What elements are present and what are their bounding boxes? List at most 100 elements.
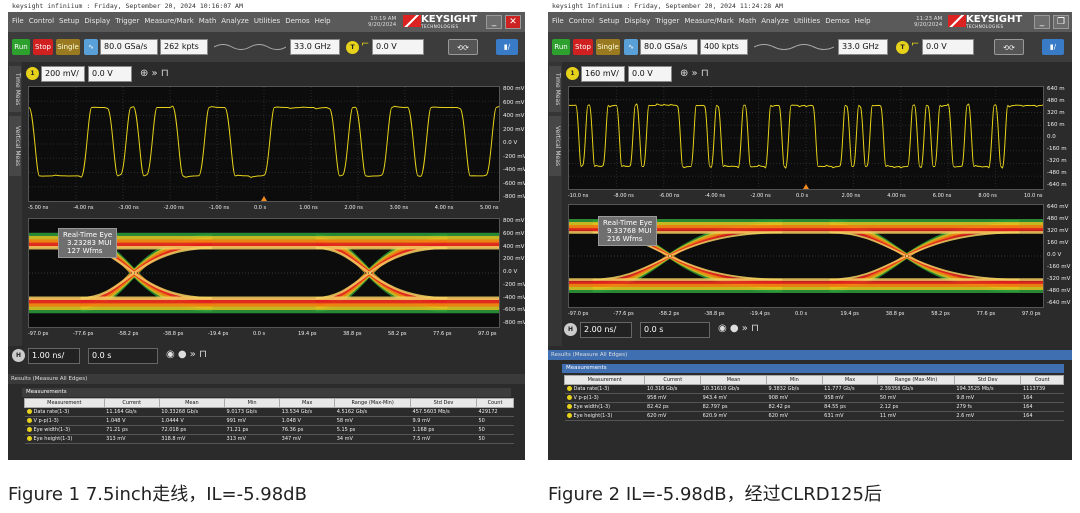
horizontal-icon[interactable]: H	[12, 349, 25, 362]
vertical-scale-field[interactable]: 160 mV/	[581, 66, 625, 82]
menu-item-analyze[interactable]: Analyze	[221, 17, 249, 25]
auto-scale-icon[interactable]: ⟲⟳	[448, 39, 478, 55]
points-field[interactable]: 400 kpts	[700, 39, 748, 55]
menu-item-control[interactable]: Control	[569, 17, 594, 25]
single-button[interactable]: Single	[56, 39, 80, 55]
table-row[interactable]: V p-p(1-3) 958 mV 943.4 mV 908 mV 958 mV 50 m…	[564, 393, 1064, 403]
column-header[interactable]: Mean	[158, 398, 226, 408]
stop-button[interactable]: Stop	[33, 39, 53, 55]
fft-icon[interactable]: ▮∕	[496, 39, 518, 55]
waveform-grid[interactable]	[568, 86, 1044, 190]
trigger-source-icon[interactable]: T	[346, 41, 359, 54]
points-field[interactable]: 262 kpts	[160, 39, 208, 55]
timebase-menu-icon[interactable]: ◉ ● » ⊓	[718, 323, 759, 334]
tab-time-meas[interactable]: Time Meas	[549, 66, 561, 112]
column-header[interactable]: Range (Max-Min)	[877, 375, 955, 385]
channel-menu-icon[interactable]: ⊕ » ⊓	[140, 68, 169, 79]
minimize-button[interactable]: _	[486, 15, 502, 29]
menu-item-file[interactable]: File	[12, 17, 24, 25]
menu-item-measure-mark[interactable]: Measure/Mark	[684, 17, 733, 25]
results-title: Results (Measure All Edges)	[8, 374, 525, 384]
vertical-offset-field[interactable]: 0.0 V	[628, 66, 672, 82]
measurement-name: V p-p(1-3)	[564, 393, 645, 403]
trigger-level-field[interactable]: 0.0 V	[922, 39, 974, 55]
sample-rate-field[interactable]: 80.0 GSa/s	[640, 39, 698, 55]
column-header[interactable]: Measurement	[24, 398, 105, 408]
trigger-source-icon[interactable]: T	[896, 41, 909, 54]
tab-time-meas[interactable]: Time Meas	[9, 66, 21, 112]
table-row[interactable]: Eye width(1-3) 71.21 ps 72.018 ps 71.21 ps 7…	[24, 425, 514, 435]
bandwidth-field[interactable]: 33.0 GHz	[290, 39, 340, 55]
acquisition-icon[interactable]: ∿	[624, 39, 638, 55]
menu-item-control[interactable]: Control	[29, 17, 54, 25]
table-row[interactable]: Data rate(1-3) 10.316 Gb/s 10.31610 Gb/s 9.…	[564, 384, 1064, 394]
menu-item-utilities[interactable]: Utilities	[254, 17, 280, 25]
run-button[interactable]: Run	[552, 39, 570, 55]
column-header[interactable]: Std Dev	[410, 398, 477, 408]
stop-button[interactable]: Stop	[573, 39, 593, 55]
timebase-scale-field[interactable]: 2.00 ns/	[580, 322, 632, 338]
timebase-delay-field[interactable]: 0.0 s	[88, 348, 158, 364]
menu-item-utilities[interactable]: Utilities	[794, 17, 820, 25]
column-header[interactable]: Current	[103, 398, 160, 408]
menu-item-math[interactable]: Math	[739, 17, 757, 25]
bandwidth-field[interactable]: 33.0 GHz	[838, 39, 888, 55]
column-header[interactable]: Measurement	[563, 375, 646, 385]
table-row[interactable]: Eye height(1-3) 313 mV 318.8 mV 313 mV 347 m…	[24, 434, 514, 444]
fft-icon[interactable]: ▮∕	[1042, 39, 1064, 55]
menu-item-setup[interactable]: Setup	[599, 17, 619, 25]
menu-item-help[interactable]: Help	[855, 17, 871, 25]
menu-item-demos[interactable]: Demos	[825, 17, 849, 25]
vertical-scale-field[interactable]: 200 mV/	[41, 66, 85, 82]
column-header[interactable]: Count	[1020, 375, 1064, 385]
column-header[interactable]: Min	[766, 375, 823, 385]
auto-scale-icon[interactable]: ⟲⟳	[994, 39, 1024, 55]
table-row[interactable]: Eye height(1-3) 620 mV 620.9 mV 620 mV 631 m…	[564, 411, 1064, 421]
trigger-level-field[interactable]: 0.0 V	[372, 39, 424, 55]
single-button[interactable]: Single	[596, 39, 620, 55]
table-row[interactable]: Eye width(1-3) 82.42 ps 82.797 ps 82.42 ps 8…	[564, 402, 1064, 412]
eye-mui: 3.23283 MUI	[67, 239, 112, 247]
menu-item-trigger[interactable]: Trigger	[655, 17, 679, 25]
channel-1-icon[interactable]: 1	[566, 67, 579, 80]
timebase-delay-field[interactable]: 0.0 s	[640, 322, 710, 338]
column-header[interactable]: Min	[224, 398, 281, 408]
menu-item-display[interactable]: Display	[84, 17, 110, 25]
acquisition-icon[interactable]: ∿	[84, 39, 98, 55]
menu-item-help[interactable]: Help	[315, 17, 331, 25]
menu-item-demos[interactable]: Demos	[285, 17, 309, 25]
waveform-grid[interactable]	[28, 86, 500, 202]
column-header[interactable]: Max	[821, 375, 879, 385]
menu-item-trigger[interactable]: Trigger	[115, 17, 139, 25]
column-header[interactable]: Range (Max-Min)	[334, 398, 412, 408]
menu-item-analyze[interactable]: Analyze	[761, 17, 789, 25]
table-row[interactable]: V p-p(1-3) 1.048 V 1.0444 V 991 mV 1.048 V 58…	[24, 416, 514, 426]
channel-menu-icon[interactable]: ⊕ » ⊓	[680, 68, 709, 79]
column-header[interactable]: Current	[644, 375, 702, 385]
sample-rate-field[interactable]: 80.0 GSa/s	[100, 39, 158, 55]
column-header[interactable]: Mean	[700, 375, 768, 385]
timebase-menu-icon[interactable]: ◉ ● » ⊓	[166, 349, 207, 360]
column-header[interactable]: Max	[279, 398, 336, 408]
run-button[interactable]: Run	[12, 39, 30, 55]
vertical-offset-field[interactable]: 0.0 V	[88, 66, 132, 82]
menu-item-math[interactable]: Math	[199, 17, 217, 25]
column-header[interactable]: Count	[475, 398, 515, 408]
timebase-scale-field[interactable]: 1.00 ns/	[28, 348, 80, 364]
menu-item-display[interactable]: Display	[624, 17, 650, 25]
channel-1-icon[interactable]: 1	[26, 67, 39, 80]
tab-vertical-meas[interactable]: Vertical Meas	[9, 116, 21, 176]
close-button[interactable]: ✕	[505, 15, 521, 29]
menu-item-setup[interactable]: Setup	[59, 17, 79, 25]
column-header[interactable]: Std Dev	[953, 375, 1022, 385]
horizontal-icon[interactable]: H	[564, 323, 577, 336]
tab-vertical-meas[interactable]: Vertical Meas	[549, 116, 561, 176]
cell-text: 620.9 mV	[702, 413, 727, 419]
cell-text: 2.6 mV	[956, 413, 975, 419]
restore-button[interactable]: ❐	[1053, 15, 1069, 29]
minimize-button[interactable]: _	[1034, 15, 1050, 29]
measurement-value: 7.5 mV	[410, 434, 477, 444]
menu-item-measure-mark[interactable]: Measure/Mark	[144, 17, 193, 25]
menu-item-file[interactable]: File	[552, 17, 564, 25]
table-row[interactable]: Data rate(1-3) 11.164 Gb/s 10.33268 Gb/s 9.…	[24, 407, 514, 417]
